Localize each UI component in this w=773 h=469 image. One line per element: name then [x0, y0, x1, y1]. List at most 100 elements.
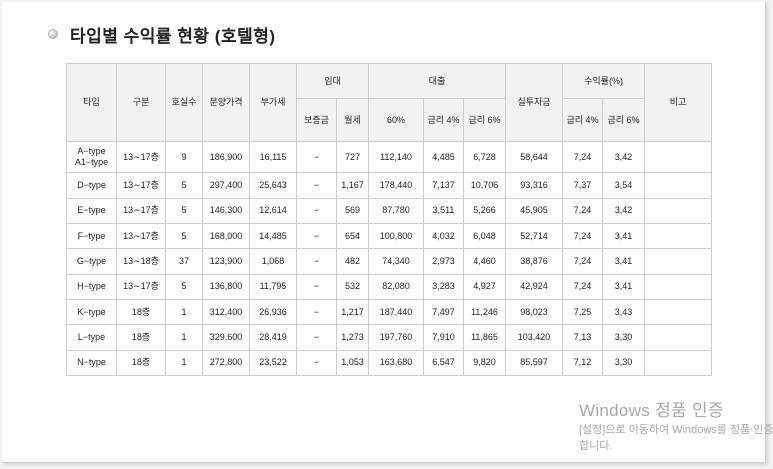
- table-body: A−type A1−type 13∼17층 9 186,900 16,115−727 112…: [66, 140, 713, 377]
- cell-loan-60: 100,800: [368, 223, 424, 250]
- cell-yield-4: 7,24: [562, 273, 604, 300]
- cell-yield-4: 7,13: [562, 324, 604, 351]
- cell-monthly-rent: 727: [336, 140, 369, 174]
- cell-deposit: −: [296, 248, 337, 275]
- cell-deposit: −: [296, 197, 337, 225]
- cell-rooms: 1: [165, 349, 203, 377]
- watermark-title: Windows 정품 인증: [579, 401, 724, 420]
- table-row: D−type 13∼17층 5 297,400 25,643−1,167 178,440 7…: [66, 172, 713, 199]
- cell-loan-60: 112,140: [368, 140, 424, 174]
- cell-loan-60: 74,340: [368, 248, 424, 275]
- cell-yield-6: 3,42: [602, 140, 646, 174]
- cell-deposit: −: [296, 172, 337, 199]
- cell-price: 186,900: [202, 140, 250, 174]
- cell-vat: 16,115: [249, 140, 297, 174]
- cell-actual-investment: 42,924: [505, 273, 564, 300]
- cell-remarks: [644, 298, 713, 326]
- cell-yield-6: 3,30: [602, 324, 646, 351]
- cell-division: 13∼17층: [116, 273, 166, 300]
- header-yield-6: 금리 6%: [602, 98, 646, 142]
- watermark-subtitle: [설정]으로 이동하여 Windows를 정품 인증합니다.: [579, 424, 773, 452]
- cell-vat: 23,522: [249, 349, 297, 377]
- cell-price: 136,800: [202, 273, 250, 300]
- cell-interest-4: 7,137: [423, 172, 464, 199]
- cell-yield-6: 3,41: [602, 248, 646, 275]
- cell-remarks: [644, 140, 713, 174]
- cell-rooms: 1: [165, 324, 203, 351]
- cell-interest-4: 7,497: [423, 298, 464, 326]
- cell-yield-4: 7,24: [562, 197, 604, 225]
- table-header: 타입 구분 호실수 분양가격 부가세 임대 대출 실투자금 수익률(%) 비고 …: [66, 63, 713, 142]
- cell-actual-investment: 52,714: [505, 223, 564, 250]
- header-lease: 임대: [296, 63, 369, 99]
- header-interest-4: 금리 4%: [423, 98, 464, 142]
- cell-division: 13∼17층: [116, 172, 166, 199]
- cell-yield-4: 7,24: [562, 140, 604, 174]
- cell-monthly-rent: 482: [336, 248, 369, 275]
- cell-loan-60: 82,080: [368, 273, 424, 300]
- cell-type: E−type: [66, 197, 117, 225]
- cell-interest-4: 4,032: [423, 223, 464, 250]
- cell-interest-6: 9,820: [462, 349, 507, 377]
- cell-actual-investment: 45,905: [505, 197, 564, 225]
- cell-price: 123,900: [202, 248, 250, 275]
- cell-remarks: [644, 324, 713, 351]
- cell-division: 13∼18층: [116, 248, 166, 275]
- cell-interest-6: 4,927: [462, 273, 507, 300]
- cell-actual-investment: 98,023: [505, 298, 564, 326]
- cell-loan-60: 87,780: [368, 197, 424, 225]
- cell-division: 18층: [116, 298, 166, 326]
- cell-division: 13∼17층: [116, 197, 166, 225]
- cell-interest-4: 2,973: [423, 248, 464, 275]
- table-row: N−type 18층 1 272,800 23,522−1,053 163,680 6,54…: [66, 349, 713, 377]
- cell-price: 312,400: [202, 298, 250, 326]
- cell-interest-6: 6,728: [462, 140, 507, 174]
- cell-interest-6: 4,460: [462, 248, 507, 275]
- cell-remarks: [644, 248, 713, 275]
- table-row: L−type 18층 1 329,600 28,419−1,273 197,760 7,91…: [66, 324, 713, 351]
- cell-price: 329,600: [202, 324, 250, 351]
- cell-yield-4: 7,24: [562, 223, 604, 250]
- cell-vat: 28,419: [249, 324, 297, 351]
- cell-interest-6: 10,706: [462, 172, 507, 199]
- cell-yield-4: 7,24: [562, 248, 604, 275]
- header-yield-4: 금리 4%: [562, 98, 604, 142]
- cell-actual-investment: 103,420: [505, 324, 564, 351]
- table-row: H−type 13∼17층 5 136,800 11,795−532 82,080 3,28…: [66, 273, 713, 300]
- cell-loan-60: 163,680: [368, 349, 424, 377]
- cell-type: A−type A1−type: [66, 140, 117, 174]
- cell-division: 18층: [116, 349, 166, 377]
- cell-deposit: −: [296, 140, 337, 174]
- cell-yield-6: 3,42: [602, 197, 646, 225]
- cell-rooms: 1: [165, 298, 203, 326]
- header-interest-6: 금리 6%: [462, 98, 507, 142]
- cell-monthly-rent: 1,167: [336, 172, 369, 199]
- cell-yield-6: 3,43: [602, 298, 646, 326]
- header-actual-investment: 실투자금: [505, 63, 564, 142]
- cell-division: 13∼17층: [116, 223, 166, 250]
- cell-deposit: −: [296, 298, 337, 326]
- cell-loan-60: 178,440: [368, 172, 424, 199]
- cell-monthly-rent: 1,217: [336, 298, 369, 326]
- title-row: 타입별 수익률 현황 (호텔형): [48, 21, 276, 47]
- cell-interest-4: 6,547: [423, 349, 464, 377]
- cell-rooms: 5: [165, 273, 203, 300]
- bullet-icon: [48, 29, 58, 39]
- cell-vat: 12,614: [249, 197, 297, 225]
- cell-rooms: 5: [165, 223, 203, 250]
- cell-remarks: [644, 172, 713, 199]
- header-division: 구분: [116, 63, 166, 142]
- cell-monthly-rent: 654: [336, 223, 369, 250]
- cell-price: 168,000: [202, 223, 250, 250]
- table-row: F−type 13∼17층 5 168,000 14,485−654 100,800 4,0…: [66, 223, 713, 250]
- cell-actual-investment: 38,876: [505, 248, 564, 275]
- cell-yield-6: 3,41: [602, 273, 646, 300]
- cell-remarks: [644, 273, 713, 300]
- cell-yield-6: 3,41: [602, 223, 646, 250]
- cell-interest-6: 5,266: [462, 197, 507, 225]
- yield-table: 타입 구분 호실수 분양가격 부가세 임대 대출 실투자금 수익률(%) 비고 …: [66, 63, 713, 377]
- cell-yield-4: 7,12: [562, 349, 604, 377]
- cell-interest-4: 7,910: [423, 324, 464, 351]
- cell-rooms: 5: [165, 172, 203, 199]
- cell-vat: 14,485: [249, 223, 297, 250]
